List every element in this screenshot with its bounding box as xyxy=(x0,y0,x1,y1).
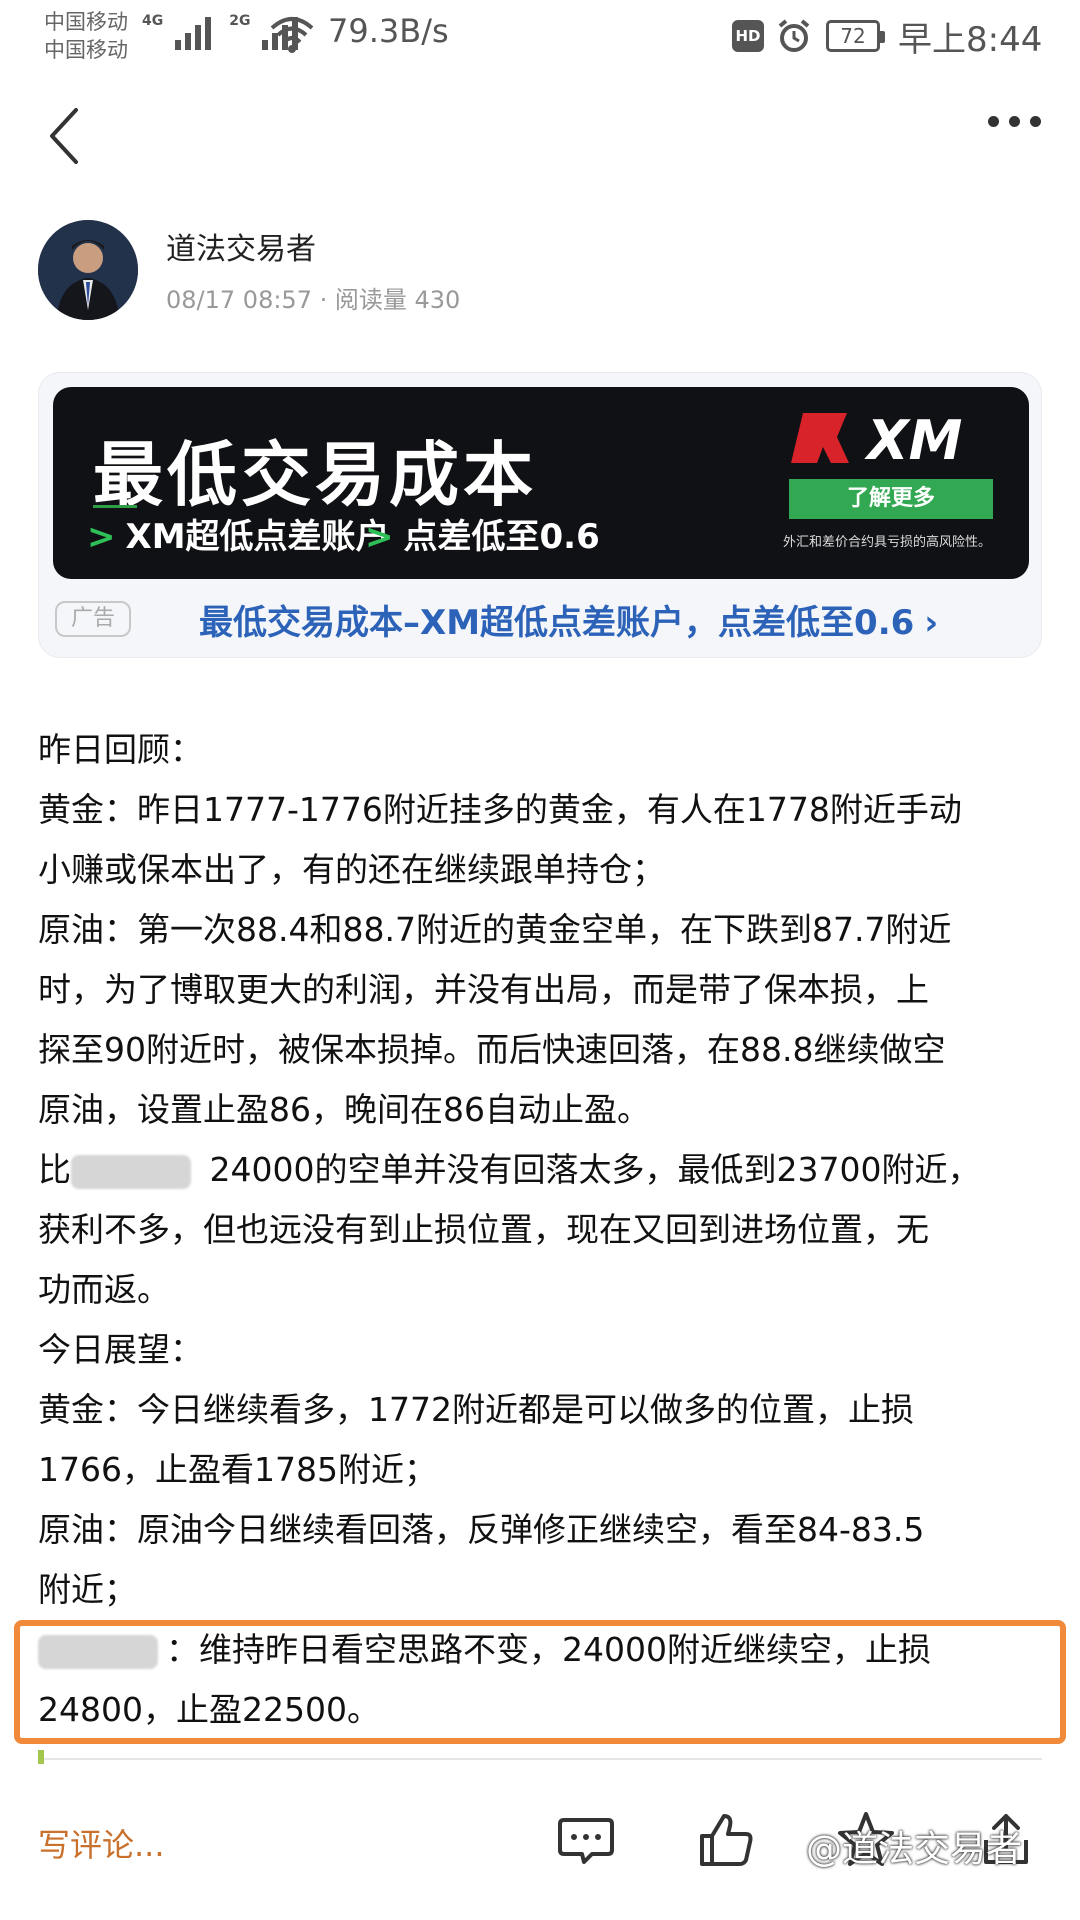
wifi-icon xyxy=(270,17,314,53)
carrier-2: 中国移动 xyxy=(44,38,128,62)
article-line: 原油，设置止盈86，晚间在86自动止盈。 xyxy=(38,1090,650,1129)
article-line: 功而返。 xyxy=(38,1270,170,1309)
like-icon[interactable] xyxy=(696,1810,756,1870)
article-line: 探至90附近时，被保本损掉。而后快速回落，在88.8继续做空 xyxy=(38,1030,946,1069)
chevron-right-icon: › xyxy=(924,603,939,643)
author-name[interactable]: 道法交易者 xyxy=(166,224,316,268)
ad-title: 最低交易成本 xyxy=(93,434,537,516)
article-text: ：维持昨日看空思路不变，24000附近继续空，止损 xyxy=(166,1630,931,1669)
watermark: @道法交易者 xyxy=(806,1829,1023,1870)
ad-link[interactable]: 最低交易成本–XM超低点差账户，点差低至0.6 › xyxy=(199,595,938,644)
ad-disclaimer: 外汇和差价合约具亏损的高风险性。 xyxy=(783,535,992,550)
back-arrow-icon[interactable] xyxy=(44,106,84,166)
article-line: 小赚或保本出了，有的还在继续跟单持仓； xyxy=(38,850,665,889)
chevron-right-icon: > xyxy=(365,517,394,557)
carrier-labels: 中国移动 中国移动 xyxy=(44,8,128,64)
ad-card[interactable]: 最低交易成本 > XM超低点差账户 > 点差低至0.6 XM 了解更多 外汇和差价合… xyxy=(38,372,1042,658)
article-line: 获利不多，但也远没有到止损位置，现在又回到进场位置，无 xyxy=(38,1210,929,1249)
article-line: 24800，止盈22500。 xyxy=(38,1690,380,1729)
chevron-right-icon: > xyxy=(87,517,116,557)
ad-subtitle-2: > 点差低至0.6 xyxy=(365,509,600,558)
article-line: 原油：原油今日继续看回落，反弹修正继续空，看至84-83.5 xyxy=(38,1510,925,1549)
article-text: 24000的空单并没有回落太多，最低到23700附近， xyxy=(199,1150,981,1189)
battery-icon: 72 xyxy=(826,20,885,52)
post-meta: 08/17 08:57 · 阅读量 430 xyxy=(166,286,461,314)
article-line: 原油：第一次88.4和88.7附近的黄金空单，在下跌到87.7附近 xyxy=(38,910,952,949)
learn-more-button[interactable]: 了解更多 xyxy=(789,479,993,519)
article-text: 比 xyxy=(38,1150,71,1189)
ad-subtitle-1: > XM超低点差账户 xyxy=(87,509,390,558)
write-comment-input[interactable]: 写评论... xyxy=(38,1820,165,1866)
comment-icon[interactable] xyxy=(556,1810,616,1870)
ad-banner[interactable]: 最低交易成本 > XM超低点差账户 > 点差低至0.6 XM 了解更多 外汇和差价合… xyxy=(53,387,1029,579)
article-body: 昨日回顾： 黄金：昨日1777-1776附近挂多的黄金，有人在1778附近手动 … xyxy=(38,720,1048,1740)
xm-logo: XM xyxy=(791,409,962,467)
article-line: 黄金：今日继续看多，1772附近都是可以做多的位置，止损 xyxy=(38,1390,914,1429)
network-type-2: 2G xyxy=(229,13,251,29)
signal-bars-icon xyxy=(175,14,212,50)
ad-underline xyxy=(93,505,137,508)
ad-subtitle-1-text: XM超低点差账户 xyxy=(125,517,390,557)
divider xyxy=(38,1758,1042,1760)
more-options-icon[interactable] xyxy=(988,116,1041,127)
article-line: 时，为了博取更大的利润，并没有出局，而是带了保本损，上 xyxy=(38,970,929,1009)
status-time: 早上8:44 xyxy=(898,20,1043,60)
article-line: 1766，止盈看1785附近； xyxy=(38,1450,437,1489)
hd-icon: HD xyxy=(732,20,764,52)
network-speed: 79.3B/s xyxy=(328,12,449,50)
xm-brand-text: XM xyxy=(864,409,962,467)
article-line: 昨日回顾： xyxy=(38,730,203,769)
article-line: 今日展望： xyxy=(38,1330,203,1369)
progress-mark xyxy=(38,1750,44,1764)
redacted-text xyxy=(71,1154,191,1189)
network-type-1: 4G xyxy=(142,13,164,29)
ad-badge: 广告 xyxy=(55,601,131,637)
article-line: ：维持昨日看空思路不变，24000附近继续空，止损 xyxy=(38,1620,1048,1680)
redacted-text xyxy=(38,1634,158,1669)
ad-link-text: 最低交易成本–XM超低点差账户，点差低至0.6 xyxy=(199,603,915,643)
article-line: 比 24000的空单并没有回落太多，最低到23700附近， xyxy=(38,1140,1048,1200)
ad-subtitle-2-text: 点差低至0.6 xyxy=(403,517,600,557)
article-line: 附近； xyxy=(38,1570,137,1609)
article-line: 黄金：昨日1777-1776附近挂多的黄金，有人在1778附近手动 xyxy=(38,790,962,829)
carrier-1: 中国移动 xyxy=(44,10,128,34)
avatar[interactable] xyxy=(38,220,138,320)
alarm-icon xyxy=(778,19,810,52)
status-bar: 中国移动 中国移动 4G 2G 79.3B/s HD 72 早上8:44 xyxy=(0,0,1080,76)
